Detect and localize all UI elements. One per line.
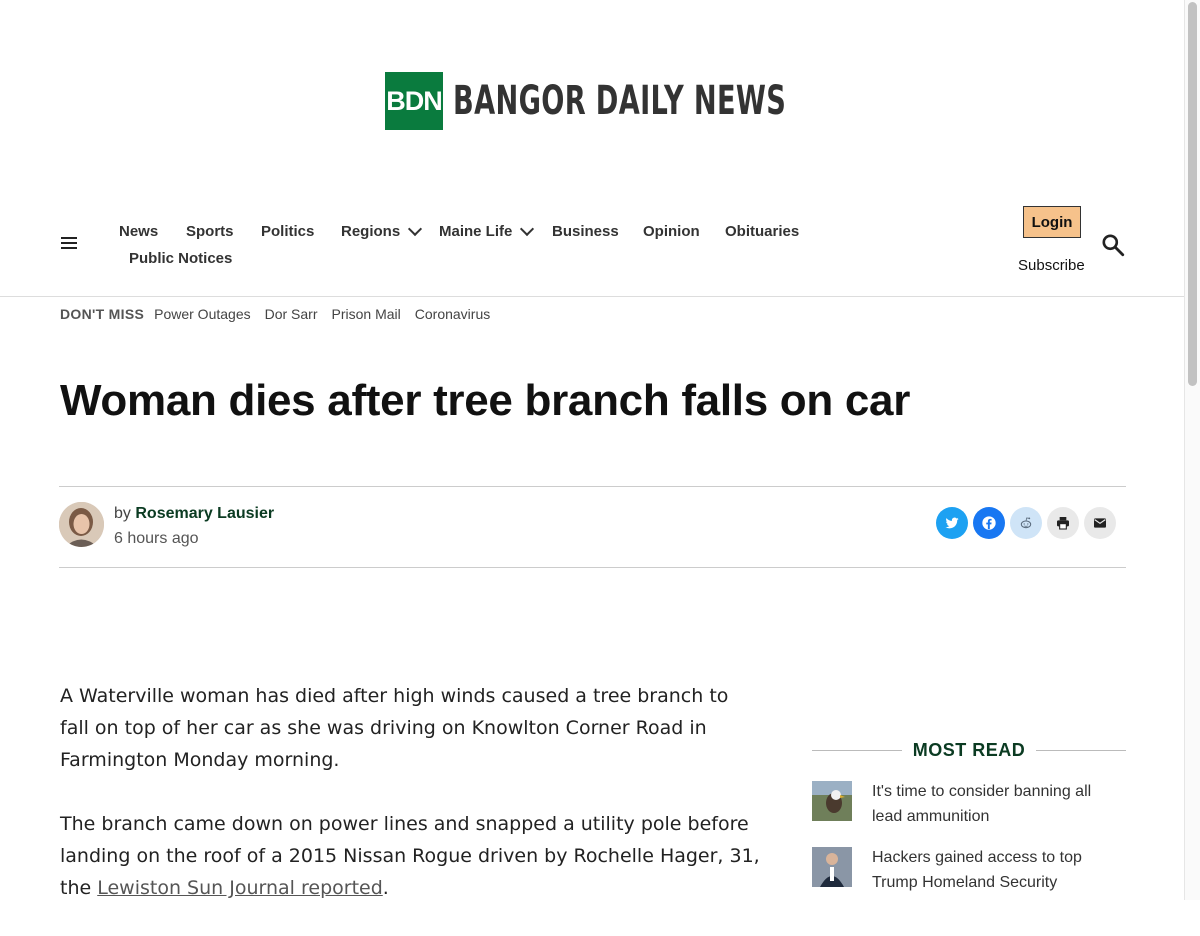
article-thumbnail[interactable] [812, 781, 852, 821]
chevron-down-icon [520, 221, 535, 237]
dont-miss-link[interactable]: Prison Mail [332, 306, 401, 322]
share-facebook-button[interactable] [973, 507, 1005, 539]
share-email-button[interactable] [1084, 507, 1116, 539]
chevron-down-icon [408, 221, 423, 237]
article-body: A Waterville woman has died after high w… [60, 680, 760, 936]
publish-time: 6 hours ago [114, 530, 199, 547]
logo-mark: BDN [385, 72, 443, 130]
nav-item-opinion[interactable]: Opinion [643, 223, 700, 240]
page-scrollbar[interactable] [1184, 0, 1200, 900]
logo-wordmark: BANGOR DAILY NEWS [453, 78, 787, 124]
nav-item-news[interactable]: News [119, 223, 158, 240]
scrollbar-thumb[interactable] [1188, 2, 1197, 386]
article-paragraph: A Waterville woman has died after high w… [60, 685, 729, 771]
most-read-title[interactable]: Hackers gained access to top Trump Homel… [872, 845, 1122, 895]
most-read-heading: MOST READ [812, 740, 1126, 761]
print-button[interactable] [1047, 507, 1079, 539]
email-icon [1094, 518, 1106, 528]
dont-miss-link[interactable]: Power Outages [154, 306, 251, 322]
header-divider [0, 296, 1185, 297]
byline: by Rosemary Lausier [114, 505, 275, 522]
nav-item-public-notices[interactable]: Public Notices [129, 250, 232, 267]
article-thumbnail[interactable] [812, 847, 852, 887]
dont-miss-label: DON'T MISS [60, 306, 145, 322]
nav-item-regions[interactable]: Regions [341, 221, 423, 240]
search-icon[interactable] [1100, 232, 1126, 258]
byline-divider-top [59, 486, 1126, 487]
author-avatar[interactable] [59, 502, 104, 547]
author-link[interactable]: Rosemary Lausier [135, 505, 274, 522]
most-read-title[interactable]: It's time to consider banning all lead a… [872, 779, 1122, 829]
nav-item-sports[interactable]: Sports [186, 223, 234, 240]
site-logo[interactable]: BDN BANGOR DAILY NEWS [385, 72, 943, 130]
subscribe-link[interactable]: Subscribe [1018, 257, 1085, 274]
reddit-icon [1020, 517, 1032, 529]
byline-divider-bottom [59, 567, 1126, 568]
facebook-icon [982, 516, 996, 530]
share-reddit-button[interactable] [1010, 507, 1042, 539]
article-headline: Woman dies after tree branch falls on ca… [60, 376, 911, 425]
article-paragraph: The branch came down on power lines and … [60, 813, 760, 899]
dont-miss-link[interactable]: Dor Sarr [265, 306, 318, 322]
nav-item-business[interactable]: Business [552, 223, 619, 240]
share-twitter-button[interactable] [936, 507, 968, 539]
hamburger-menu-icon[interactable] [61, 237, 77, 251]
nav-item-obituaries[interactable]: Obituaries [725, 223, 799, 240]
dont-miss-bar: DON'T MISS Power Outages Dor Sarr Prison… [60, 306, 504, 322]
nav-item-politics[interactable]: Politics [261, 223, 314, 240]
login-button[interactable]: Login [1023, 206, 1081, 238]
lewiston-sun-journal-link[interactable]: Lewiston Sun Journal reported [97, 877, 383, 899]
twitter-icon [945, 517, 959, 529]
dont-miss-link[interactable]: Coronavirus [415, 306, 490, 322]
nav-item-maine-life[interactable]: Maine Life [439, 221, 535, 240]
print-icon [1057, 517, 1069, 530]
